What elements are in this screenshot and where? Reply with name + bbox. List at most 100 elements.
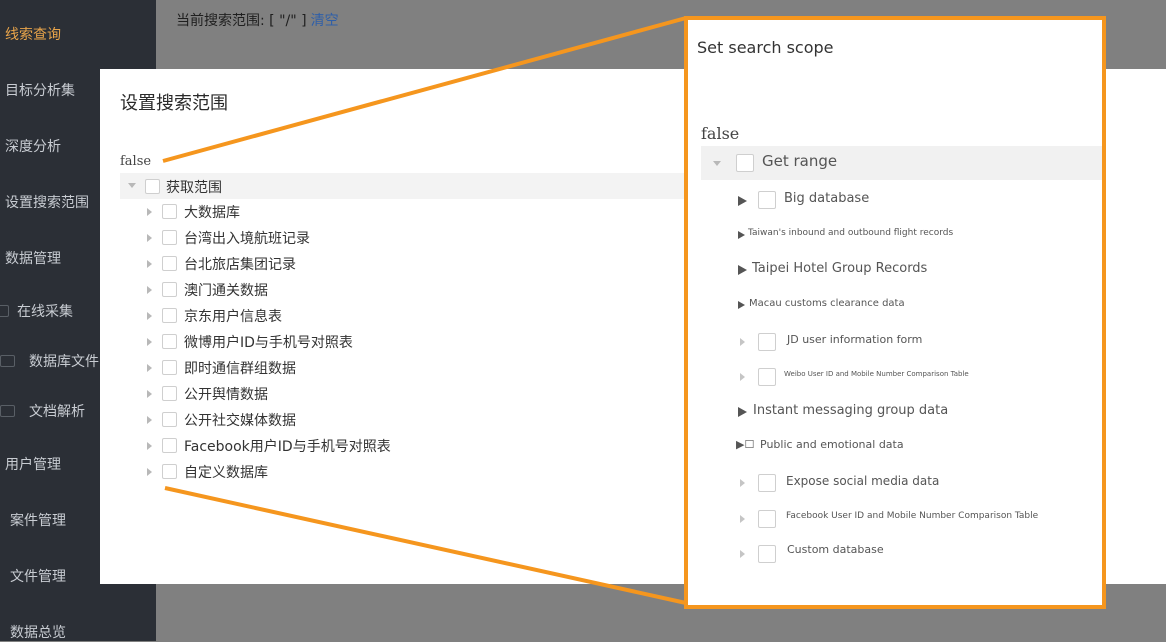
false-text: false	[120, 154, 152, 169]
callout-tree-item[interactable]: JD user information form	[688, 326, 1102, 356]
callout-tree-item[interactable]: Macau customs clearance data	[688, 294, 1102, 324]
sidebar-item-case-management[interactable]: 案件管理	[10, 510, 66, 530]
caret-right-icon[interactable]	[740, 515, 745, 523]
caret-right-icon[interactable]	[738, 265, 747, 275]
chevron-right-icon[interactable]	[147, 390, 152, 398]
scope-line: 当前搜索范围: [ "/" ] 清空	[176, 10, 339, 30]
chevron-right-icon[interactable]	[147, 364, 152, 372]
tree-item-label: 京东用户信息表	[184, 309, 282, 325]
tree-item[interactable]: 大数据库	[100, 199, 700, 225]
tree-item-checkbox[interactable]	[758, 368, 776, 386]
callout-tree-item[interactable]: Facebook User ID and Mobile Number Compa…	[688, 503, 1102, 533]
sidebar-item-target-analysis[interactable]: 目标分析集	[5, 80, 75, 100]
chevron-down-icon[interactable]	[713, 161, 721, 166]
tree-item[interactable]: 台湾出入境航班记录	[100, 225, 700, 251]
caret-right-icon[interactable]	[738, 231, 745, 239]
chevron-right-icon[interactable]	[147, 260, 152, 268]
callout-tree-item[interactable]: Taipei Hotel Group Records	[688, 258, 1102, 288]
chevron-down-icon[interactable]	[128, 183, 136, 188]
callout-item-label: Instant messaging group data	[753, 403, 949, 418]
callout-tree-item[interactable]: Instant messaging group data	[688, 400, 1102, 430]
chevron-right-icon[interactable]	[147, 468, 152, 476]
tree-item[interactable]: 微博用户ID与手机号对照表	[100, 329, 700, 355]
tree-item[interactable]: 公开舆情数据	[100, 381, 700, 407]
callout-item-label: Weibo User ID and Mobile Number Comparis…	[784, 370, 969, 378]
tree-item-checkbox[interactable]	[162, 230, 177, 245]
caret-right-icon[interactable]	[740, 373, 745, 381]
tree-item[interactable]: Facebook用户ID与手机号对照表	[100, 433, 700, 459]
tree-item-checkbox[interactable]	[162, 360, 177, 375]
chevron-right-icon[interactable]	[147, 338, 152, 346]
callout-item-label: Taiwan's inbound and outbound flight rec…	[748, 228, 954, 238]
tree-item-checkbox[interactable]	[758, 333, 776, 351]
callout-tree-item[interactable]: Big database	[688, 186, 1102, 216]
callout-false-text: false	[701, 124, 740, 143]
sidebar-item-doc-parse[interactable]: 文档解析	[0, 401, 85, 421]
caret-right-icon[interactable]	[738, 196, 747, 206]
clear-link[interactable]: 清空	[311, 13, 339, 29]
tree-item-label: 澳门通关数据	[184, 283, 268, 299]
caret-right-icon[interactable]	[740, 338, 745, 346]
tree-item[interactable]: 澳门通关数据	[100, 277, 700, 303]
tree-item-checkbox[interactable]	[758, 545, 776, 563]
chevron-right-icon[interactable]	[147, 442, 152, 450]
tree-item-checkbox[interactable]	[162, 438, 177, 453]
sidebar-item-label: 数据库文件	[29, 354, 99, 370]
root-checkbox[interactable]	[736, 154, 754, 172]
tree-item-checkbox[interactable]	[162, 334, 177, 349]
tree-item-label: Facebook用户ID与手机号对照表	[184, 439, 391, 455]
tree-item-label: 公开舆情数据	[184, 387, 268, 403]
tree-item[interactable]: 即时通信群组数据	[100, 355, 700, 381]
callout-tree-root[interactable]: Get range	[701, 146, 1102, 180]
chevron-right-icon[interactable]	[147, 416, 152, 424]
tree-item[interactable]: 台北旅店集团记录	[100, 251, 700, 277]
callout-item-label: Macau customs clearance data	[749, 298, 905, 309]
sidebar-item-file-management[interactable]: 文件管理	[10, 566, 66, 586]
tree-root[interactable]: 获取范围	[120, 173, 690, 199]
caret-right-icon[interactable]	[738, 301, 745, 309]
root-checkbox[interactable]	[145, 179, 160, 194]
tree-item[interactable]: 公开社交媒体数据	[100, 407, 700, 433]
sidebar-item-user-management[interactable]: 用户管理	[5, 454, 61, 474]
callout-item-label: Custom database	[787, 543, 884, 556]
tree-item-checkbox[interactable]	[162, 282, 177, 297]
callout-tree-item[interactable]: Weibo User ID and Mobile Number Comparis…	[688, 361, 1102, 391]
tree-item-checkbox[interactable]	[162, 386, 177, 401]
sidebar-item-clue-query[interactable]: 线索查询	[5, 24, 61, 44]
chevron-right-icon[interactable]	[147, 208, 152, 216]
sidebar-item-deep-analysis[interactable]: 深度分析	[5, 136, 61, 156]
sidebar-item-data-management[interactable]: 数据管理	[5, 248, 61, 268]
caret-right-icon[interactable]	[738, 407, 747, 417]
callout-item-prefix[interactable]: ▶☐	[736, 438, 754, 451]
tree-item-checkbox[interactable]	[758, 474, 776, 492]
callout-tree-item[interactable]: Expose social media data	[688, 467, 1102, 497]
sidebar-item-search-scope[interactable]: 设置搜索范围	[5, 192, 89, 212]
callout-tree-item[interactable]: Custom database	[688, 538, 1102, 568]
tree-item-checkbox[interactable]	[162, 308, 177, 323]
callout-item-label: Facebook User ID and Mobile Number Compa…	[786, 511, 1039, 521]
caret-right-icon[interactable]	[740, 479, 745, 487]
tree-item-checkbox[interactable]	[162, 464, 177, 479]
sidebar-item-db-files[interactable]: 数据库文件	[0, 351, 99, 371]
sidebar-item-online-collect[interactable]: 在线采集	[0, 301, 73, 321]
tree-item-label: 台北旅店集团记录	[184, 257, 296, 273]
sidebar-item-data-overview[interactable]: 数据总览	[10, 622, 66, 642]
tree-item-checkbox[interactable]	[162, 412, 177, 427]
callout-tree-item[interactable]: Taiwan's inbound and outbound flight rec…	[688, 224, 1102, 254]
folder-icon	[0, 355, 15, 367]
dialog-title: 设置搜索范围	[120, 93, 228, 114]
tree-item[interactable]: 自定义数据库	[100, 459, 700, 485]
tree-item[interactable]: 京东用户信息表	[100, 303, 700, 329]
chevron-right-icon[interactable]	[147, 286, 152, 294]
callout-tree-item[interactable]: ▶☐ Public and emotional data	[688, 436, 1102, 466]
tree-item-checkbox[interactable]	[758, 191, 776, 209]
tree-item-checkbox[interactable]	[162, 204, 177, 219]
chevron-right-icon[interactable]	[147, 234, 152, 242]
callout-item-label: Expose social media data	[786, 474, 940, 488]
tree-item-checkbox[interactable]	[162, 256, 177, 271]
tree-item-label: 公开社交媒体数据	[184, 413, 296, 429]
tree-item-checkbox[interactable]	[758, 510, 776, 528]
chevron-right-icon[interactable]	[147, 312, 152, 320]
sidebar-item-label: 在线采集	[17, 304, 73, 320]
caret-right-icon[interactable]	[740, 550, 745, 558]
